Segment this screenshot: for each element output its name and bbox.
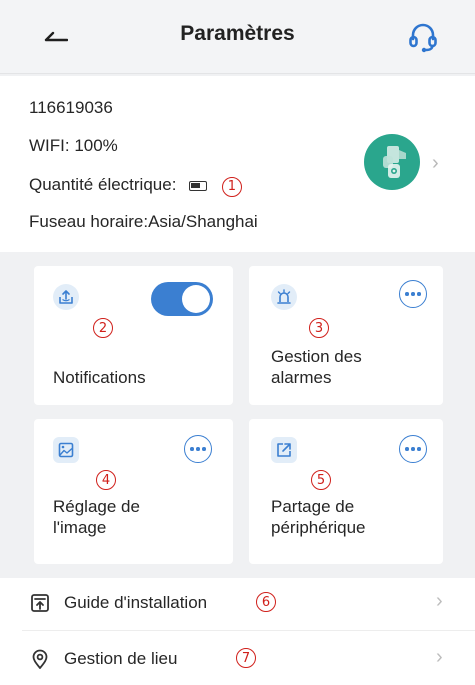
card-notifications[interactable]: 2 Notifications bbox=[34, 266, 233, 405]
sharing-label-line2: périphérique bbox=[271, 518, 366, 537]
card-image-settings[interactable]: 4 Réglage de l'image bbox=[34, 419, 233, 564]
annotation-marker-3: 3 bbox=[309, 318, 329, 338]
card-device-sharing[interactable]: 5 Partage de périphérique bbox=[249, 419, 443, 564]
installation-guide-label: Guide d'installation bbox=[64, 593, 208, 612]
annotation-marker-6: 6 bbox=[256, 592, 276, 612]
annotation-marker-2: 2 bbox=[93, 318, 113, 338]
battery-row: Quantité électrique: 1 bbox=[29, 175, 242, 197]
chevron-right-icon: › bbox=[436, 646, 443, 668]
timezone: Fuseau horaire:Asia/Shanghai bbox=[29, 212, 258, 231]
camera-device-icon bbox=[383, 146, 406, 178]
image-icon bbox=[53, 437, 79, 463]
device-id: 116619036 bbox=[29, 98, 113, 117]
alarm-label-line2: alarmes bbox=[271, 368, 332, 387]
sharing-label-line1: Partage de bbox=[271, 497, 355, 516]
location-management-label: Gestion de lieu bbox=[64, 649, 178, 668]
alarm-more-button[interactable] bbox=[399, 280, 427, 308]
settings-list: Guide d'installation 6 › Gestion de lieu… bbox=[0, 578, 475, 685]
app-header: Paramètres bbox=[0, 0, 475, 74]
device-info-panel[interactable]: 116619036 WIFI: 100% Quantité électrique… bbox=[0, 76, 475, 252]
list-item-location-management[interactable]: Gestion de lieu 7 › bbox=[0, 634, 475, 684]
sharing-more-button[interactable] bbox=[399, 435, 427, 463]
battery-icon bbox=[189, 180, 208, 191]
image-label-line1: Réglage de bbox=[53, 497, 140, 516]
support-button[interactable] bbox=[403, 18, 443, 58]
notifications-label: Notifications bbox=[53, 368, 146, 387]
annotation-marker-7: 7 bbox=[236, 648, 256, 668]
alarm-siren-icon bbox=[271, 284, 297, 310]
annotation-marker-5: 5 bbox=[311, 470, 331, 490]
battery-label: Quantité électrique: bbox=[29, 175, 177, 194]
alarm-label-line1: Gestion des bbox=[271, 347, 362, 366]
image-label-line2: l'image bbox=[53, 518, 107, 537]
upload-box-icon bbox=[31, 594, 49, 612]
chevron-right-icon: › bbox=[436, 590, 443, 612]
card-alarm-management[interactable]: 3 Gestion des alarmes bbox=[249, 266, 443, 405]
location-pin-icon bbox=[32, 649, 48, 669]
list-divider bbox=[22, 630, 475, 631]
image-more-button[interactable] bbox=[184, 435, 212, 463]
device-thumbnail[interactable] bbox=[364, 134, 420, 190]
device-detail-chevron-icon[interactable]: › bbox=[432, 152, 439, 175]
list-item-installation-guide[interactable]: Guide d'installation 6 › bbox=[0, 578, 475, 628]
annotation-marker-4: 4 bbox=[96, 470, 116, 490]
headset-icon bbox=[409, 23, 437, 53]
notification-share-icon bbox=[53, 284, 79, 310]
notifications-toggle[interactable] bbox=[151, 282, 213, 316]
annotation-marker-1: 1 bbox=[221, 176, 242, 197]
share-external-icon bbox=[271, 437, 297, 463]
wifi-status: WIFI: 100% bbox=[29, 136, 118, 155]
